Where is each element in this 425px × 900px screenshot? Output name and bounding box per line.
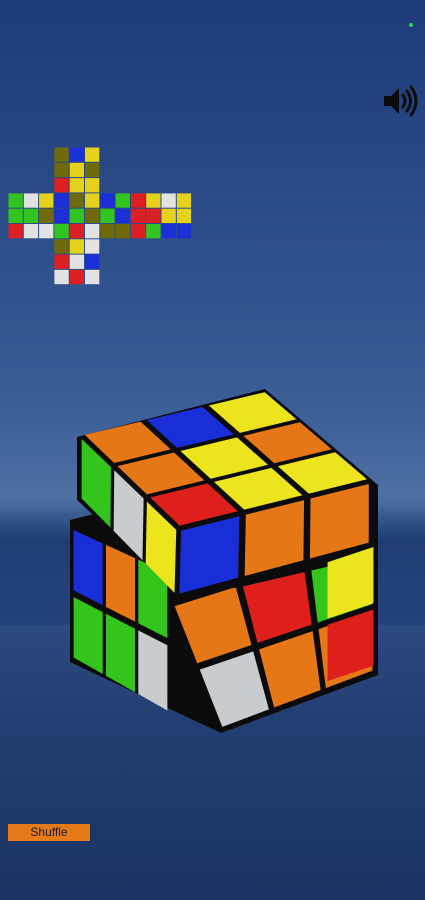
rubiks-cube-3d[interactable] (0, 0, 425, 900)
shuffle-button[interactable]: Shuffle (8, 824, 90, 841)
